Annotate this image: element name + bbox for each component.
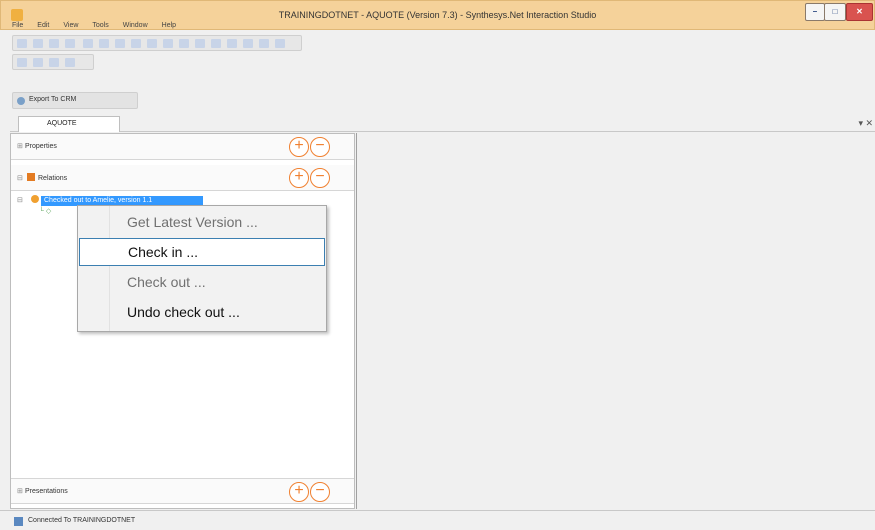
remove-property-button[interactable]: − bbox=[310, 137, 330, 157]
collapse-icon[interactable]: ⊟ bbox=[17, 196, 25, 204]
relations-section[interactable]: ⊟ Relations + − bbox=[11, 165, 354, 191]
remove-presentation-button[interactable]: − bbox=[310, 482, 330, 502]
add-presentation-button[interactable]: + bbox=[289, 482, 309, 502]
export-label: Export To CRM bbox=[29, 96, 77, 103]
tool-icon[interactable] bbox=[65, 58, 75, 67]
menu-check-in[interactable]: Check in ... bbox=[79, 238, 325, 266]
maximize-icon: □ bbox=[832, 7, 838, 16]
relations-label: ⊟ Relations bbox=[17, 173, 68, 182]
close-icon: ✕ bbox=[856, 7, 863, 16]
tool-icon[interactable] bbox=[195, 39, 205, 48]
add-property-button[interactable]: + bbox=[289, 137, 309, 157]
tool-icon[interactable] bbox=[243, 39, 253, 48]
properties-section[interactable]: ⊞ Properties + − bbox=[11, 134, 354, 160]
new-icon[interactable] bbox=[17, 39, 27, 48]
presentations-label: ⊞ Presentations bbox=[17, 487, 68, 495]
maximize-button[interactable]: □ bbox=[824, 3, 846, 21]
menu-view[interactable]: View bbox=[63, 22, 78, 34]
tree-child-icon[interactable]: └ ◇ bbox=[39, 207, 51, 215]
close-button[interactable]: ✕ bbox=[846, 3, 873, 21]
tool-icon[interactable] bbox=[115, 39, 125, 48]
tool-icon[interactable] bbox=[227, 39, 237, 48]
expand-icon[interactable]: ⊞ bbox=[17, 487, 25, 495]
menu-file[interactable]: File bbox=[12, 22, 23, 34]
delete-icon[interactable] bbox=[49, 39, 59, 48]
main-toolbar bbox=[12, 35, 302, 51]
secondary-toolbar bbox=[12, 54, 94, 70]
tool-icon[interactable] bbox=[179, 39, 189, 48]
export-icon bbox=[17, 97, 25, 105]
tool-icon[interactable] bbox=[17, 58, 27, 67]
tool-icon[interactable] bbox=[147, 39, 157, 48]
tool-icon[interactable] bbox=[99, 39, 109, 48]
menu-window[interactable]: Window bbox=[123, 22, 148, 34]
menu-help[interactable]: Help bbox=[162, 22, 176, 34]
tool-icon[interactable] bbox=[83, 39, 93, 48]
tool-icon[interactable] bbox=[49, 58, 59, 67]
tab-aquote[interactable]: AQUOTE bbox=[18, 116, 120, 132]
save-icon[interactable] bbox=[65, 39, 75, 48]
expand-icon[interactable]: ⊞ bbox=[17, 142, 25, 150]
window-title: TRAININGDOTNET - AQUOTE (Version 7.3) - … bbox=[278, 10, 597, 20]
menu-edit[interactable]: Edit bbox=[37, 22, 49, 34]
presentations-section[interactable]: ⊞ Presentations + − bbox=[11, 478, 354, 504]
open-icon[interactable] bbox=[33, 39, 43, 48]
context-menu: Get Latest Version ... Check in ... Chec… bbox=[77, 205, 327, 332]
tool-icon[interactable] bbox=[131, 39, 141, 48]
tool-icon[interactable] bbox=[163, 39, 173, 48]
pane-close-icon[interactable]: ▾ ✕ bbox=[858, 118, 873, 129]
collapse-icon[interactable]: ⊟ bbox=[17, 174, 25, 182]
properties-label: ⊞ Properties bbox=[17, 142, 57, 150]
menu-bar: File Edit View Tools Window Help bbox=[12, 22, 176, 34]
status-text: Connected To TRAININGDOTNET bbox=[28, 517, 136, 524]
connection-icon bbox=[14, 517, 23, 526]
export-to-crm-button[interactable]: Export To CRM bbox=[12, 92, 138, 109]
add-relation-button[interactable]: + bbox=[289, 168, 309, 188]
minimize-button[interactable]: – bbox=[805, 3, 825, 21]
tab-aquote-label: AQUOTE bbox=[47, 120, 77, 127]
menu-tools[interactable]: Tools bbox=[92, 22, 108, 34]
tool-icon[interactable] bbox=[275, 39, 285, 48]
checked-out-icon bbox=[31, 195, 39, 203]
tool-icon[interactable] bbox=[211, 39, 221, 48]
document-tab-row: AQUOTE ▾ ✕ bbox=[10, 116, 875, 132]
status-bar: Connected To TRAININGDOTNET bbox=[0, 510, 875, 530]
menu-undo-check-out[interactable]: Undo check out ... bbox=[79, 299, 325, 327]
minimize-icon: – bbox=[812, 7, 818, 16]
tool-icon[interactable] bbox=[259, 39, 269, 48]
menu-check-out[interactable]: Check out ... bbox=[79, 269, 325, 297]
relations-icon bbox=[27, 173, 35, 181]
tool-icon[interactable] bbox=[33, 58, 43, 67]
editor-pane[interactable] bbox=[356, 133, 875, 509]
menu-get-latest-version[interactable]: Get Latest Version ... bbox=[79, 209, 325, 237]
remove-relation-button[interactable]: − bbox=[310, 168, 330, 188]
